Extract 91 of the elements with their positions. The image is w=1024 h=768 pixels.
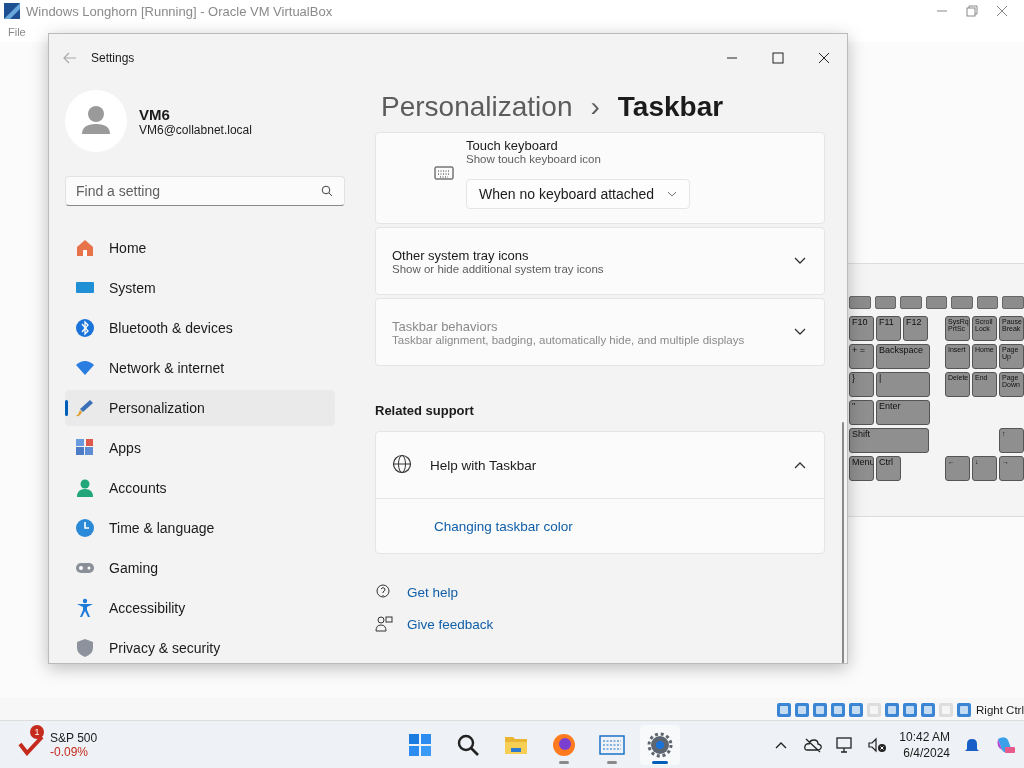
scrollbar[interactable]	[842, 422, 844, 663]
back-icon[interactable]	[63, 52, 77, 64]
keyboard-key[interactable]: Shift	[849, 428, 929, 453]
help-link[interactable]: Changing taskbar color	[434, 518, 573, 534]
status-icon[interactable]	[920, 702, 937, 718]
nav-item[interactable]: Gaming	[65, 550, 335, 586]
nav-item[interactable]: System	[65, 270, 335, 306]
chevron-icon[interactable]	[794, 257, 806, 265]
nav-item[interactable]: Accounts	[65, 470, 335, 506]
running-indicator	[559, 760, 569, 764]
settings-card[interactable]: Other system tray icons Show or hide additional system tray icons	[375, 227, 825, 295]
nav-icon	[75, 478, 95, 498]
close-icon[interactable]	[996, 5, 1008, 17]
keyboard-key[interactable]: F10	[849, 316, 874, 341]
status-icon[interactable]	[812, 702, 829, 718]
nav-icon	[75, 318, 95, 338]
status-icon[interactable]	[848, 702, 865, 718]
footer-link[interactable]: Get help	[407, 584, 459, 600]
status-icon[interactable]	[884, 702, 901, 718]
breadcrumb-link[interactable]: Personalization	[381, 88, 573, 126]
keyboard-key[interactable]: |	[876, 372, 930, 397]
keyboard-key[interactable]: "	[849, 400, 874, 425]
keyboard-key[interactable]: Ctrl	[876, 456, 901, 481]
app-logo-icon	[4, 3, 20, 19]
search-icon	[321, 185, 333, 197]
keyboard-key[interactable]: F12	[903, 316, 928, 341]
host-key-label: Right Ctrl	[976, 704, 1024, 716]
user-email: VM6@collabnet.local	[139, 122, 252, 137]
running-indicator	[607, 760, 617, 764]
toolbar-key[interactable]	[925, 296, 948, 309]
nav-icon	[75, 598, 95, 618]
keyboard-dropdown[interactable]: When no keyboard attached	[466, 178, 690, 209]
nav-icon	[75, 238, 95, 258]
gear-icon	[647, 731, 673, 758]
search-field[interactable]: Find a setting	[65, 176, 345, 206]
restore-icon[interactable]	[966, 5, 978, 17]
status-icon[interactable]	[794, 702, 811, 718]
keyboard-icon	[434, 166, 454, 180]
nav-icon	[75, 518, 95, 538]
nav-item[interactable]: Network & internet	[65, 350, 335, 386]
running-indicator	[652, 760, 668, 764]
status-icon[interactable]	[776, 702, 793, 718]
user-name: VM6	[139, 105, 171, 123]
status-icon[interactable]	[830, 702, 847, 718]
nav-item[interactable]: Privacy & security	[65, 630, 335, 663]
widget-title[interactable]: S&P 500	[50, 730, 98, 745]
keyboard-key[interactable]: F11	[876, 316, 901, 341]
nav-item[interactable]: Apps	[65, 430, 335, 466]
clock-time[interactable]: 10:42 AM	[899, 728, 950, 745]
setting-title: Other system tray icons	[392, 247, 530, 263]
nav-item[interactable]: Bluetooth & devices	[65, 310, 335, 346]
keyboard-key[interactable]: }	[849, 372, 874, 397]
toolbar-key[interactable]	[976, 296, 999, 309]
windows-logo-icon	[407, 731, 433, 758]
nav-item[interactable]: Time & language	[65, 510, 335, 546]
nav-icon	[75, 438, 95, 458]
settings-button[interactable]	[640, 724, 680, 765]
nav-item[interactable]: Personalization	[65, 390, 335, 426]
menu-item[interactable]: File	[8, 26, 26, 38]
feedback-icon	[375, 615, 393, 633]
window-title: Windows Longhorn [Running] - Oracle VM VirtualBox	[26, 3, 333, 19]
nav-icon	[75, 398, 95, 418]
keyboard-key[interactable]: Enter	[876, 400, 930, 425]
keyboard-key[interactable]: Backspace	[876, 344, 930, 369]
breadcrumb-separator: ›	[590, 89, 600, 124]
widget-change: -0.09%	[50, 744, 90, 759]
setting-description: Taskbar alignment, badging, automatically hide, and multiple displays	[392, 333, 745, 346]
footer-link[interactable]: Give feedback	[407, 616, 494, 632]
browser-icon	[551, 731, 577, 758]
setting-title: Help with Taskbar	[430, 457, 538, 473]
chevron-icon	[667, 190, 677, 197]
keyboard-key[interactable]: + =	[849, 344, 874, 369]
nav-item[interactable]: Accessibility	[65, 590, 335, 626]
status-icon[interactable]	[902, 702, 919, 718]
page-title: Taskbar	[617, 89, 724, 124]
window-title: Settings	[91, 51, 135, 65]
avatar-icon	[65, 90, 127, 152]
notification-badge: 1	[30, 724, 44, 739]
globe-icon	[392, 454, 414, 476]
setting-description: Show touch keyboard icon	[466, 152, 602, 165]
section-heading: Related support	[375, 403, 475, 418]
status-icon[interactable]	[956, 702, 973, 718]
chevron-icon[interactable]	[794, 461, 806, 469]
setting-title: Taskbar behaviors	[392, 318, 499, 334]
setting-description: Show or hide additional system tray icons	[392, 262, 604, 275]
nav-icon	[75, 638, 95, 658]
help-icon	[375, 583, 393, 601]
toolbar-key[interactable]	[874, 296, 897, 309]
nav-item[interactable]: Home	[65, 230, 335, 266]
clock-date[interactable]: 6/4/2024	[903, 744, 950, 761]
setting-title: Touch keyboard	[466, 137, 559, 153]
